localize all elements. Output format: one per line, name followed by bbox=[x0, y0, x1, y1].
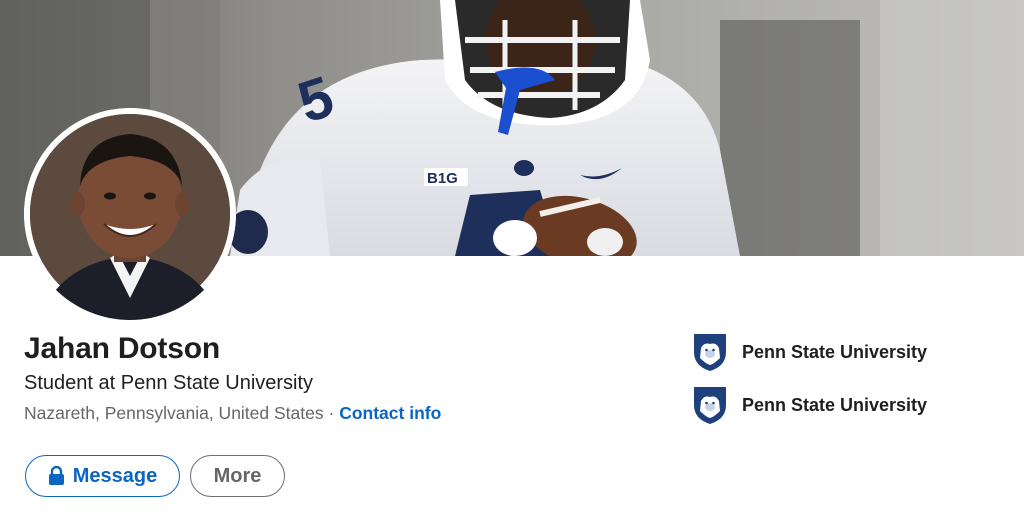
penn-state-shield-icon bbox=[692, 385, 728, 425]
penn-state-shield-icon bbox=[692, 332, 728, 372]
svg-text:B1G: B1G bbox=[427, 170, 458, 187]
more-button[interactable]: More bbox=[190, 455, 285, 497]
message-button-label: Message bbox=[72, 464, 158, 487]
lock-icon bbox=[48, 466, 65, 486]
contact-info-link[interactable]: Contact info bbox=[339, 403, 441, 423]
location-line: Nazareth, Pennsylvania, United States · … bbox=[24, 403, 441, 424]
more-button-label: More bbox=[213, 464, 262, 487]
education-label: Penn State University bbox=[742, 341, 928, 362]
profile-avatar[interactable] bbox=[24, 108, 236, 320]
education-item[interactable]: Penn State University bbox=[692, 385, 927, 425]
message-button[interactable]: Message bbox=[25, 455, 180, 497]
education-label: Penn State University bbox=[742, 394, 928, 415]
separator-dot: · bbox=[328, 403, 335, 423]
profile-location: Nazareth, Pennsylvania, United States bbox=[24, 403, 324, 423]
profile-headline: Student at Penn State University bbox=[24, 372, 314, 394]
education-item[interactable]: Penn State University bbox=[692, 332, 927, 372]
profile-name: Jahan Dotson bbox=[24, 332, 220, 365]
